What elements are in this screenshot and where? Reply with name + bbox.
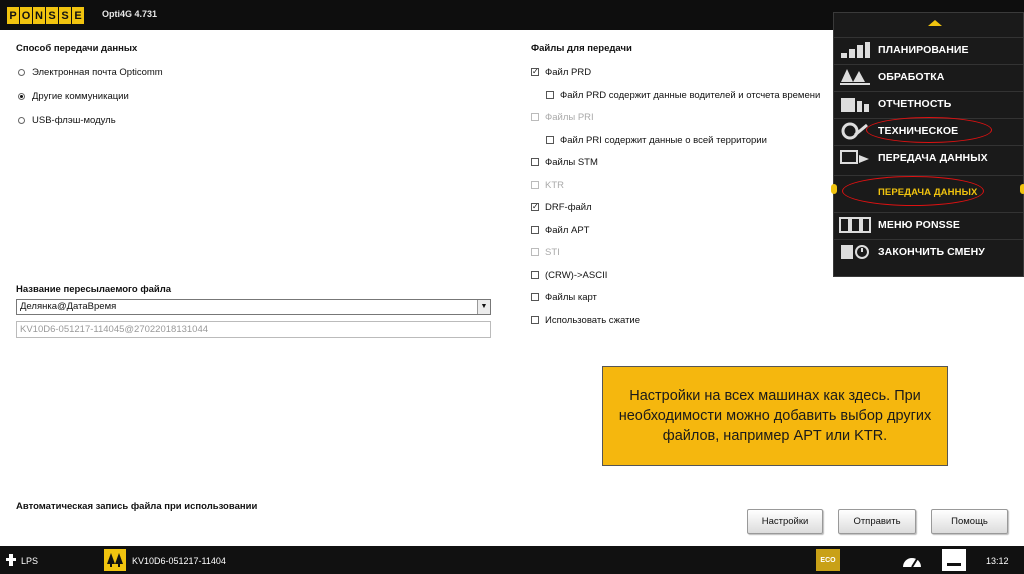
eco-indicator[interactable]: ECO <box>816 549 840 571</box>
checkbox-label: STI <box>545 246 560 258</box>
dropdown-value: Делянка@ДатаВремя <box>20 301 117 312</box>
menu-item-planning[interactable]: ПЛАНИРОВАНИЕ <box>834 37 1023 62</box>
checkbox-crw-ascii[interactable]: (CRW)->ASCII <box>531 268 607 282</box>
radio-label: Электронная почта Opticomm <box>32 66 163 78</box>
keyboard-icon[interactable] <box>942 549 966 571</box>
checkbox-label: (CRW)->ASCII <box>545 269 608 281</box>
checkbox-box[interactable] <box>531 158 539 166</box>
signal-bars-icon <box>838 40 872 60</box>
radio-other-comm[interactable]: Другие коммуникации <box>18 89 129 103</box>
menu-item-reports[interactable]: ОТЧЕТНОСТЬ <box>834 91 1023 116</box>
checkbox-box <box>531 248 539 256</box>
checkbox-label: Файлы PRI <box>545 111 594 123</box>
radio-usb[interactable]: USB-флэш-модуль <box>18 113 116 127</box>
transfer-method-heading: Способ передачи данных <box>16 43 138 54</box>
auto-save-heading: Автоматическая запись файла при использо… <box>16 501 258 512</box>
highlight-oval-data-transfer <box>842 176 984 206</box>
radio-indicator[interactable] <box>18 116 25 124</box>
checkbox-box[interactable] <box>531 226 539 234</box>
checkbox-box[interactable] <box>546 136 554 144</box>
chevron-down-icon[interactable]: ▼ <box>477 300 490 314</box>
clock: 13:12 <box>986 556 1009 566</box>
checkbox-label: Файлы STM <box>545 156 598 168</box>
send-button[interactable]: Отправить <box>838 509 916 534</box>
checkbox-box <box>531 181 539 189</box>
checkbox-prd-drivers[interactable]: Файл PRD содержит данные водителей и отс… <box>546 88 820 102</box>
satellite-icon <box>6 553 16 570</box>
gauge-icon[interactable] <box>900 549 924 571</box>
checkbox-stm[interactable]: Файлы STM <box>531 155 598 169</box>
menu-label: ОТЧЕТНОСТЬ <box>878 98 952 110</box>
main-menu-panel: ПЛАНИРОВАНИЕ ОБРАБОТКА ОТЧЕТНОСТЬ ТЕХНИЧ… <box>831 12 1024 277</box>
checkbox-drf[interactable]: ✓ DRF-файл <box>531 200 592 214</box>
checkbox-box <box>531 113 539 121</box>
menu-label: ОБРАБОТКА <box>878 71 945 83</box>
menu-item-end-shift[interactable]: ЗАКОНЧИТЬ СМЕНУ <box>834 239 1023 264</box>
menu-item-data-transfer[interactable]: ПЕРЕДАЧА ДАННЫХ <box>834 145 1023 170</box>
filename-preview-field: KV10D6-051217-114045@27022018131044 <box>16 321 491 338</box>
menu-right-marker <box>1020 184 1024 194</box>
logo-letter: E <box>72 7 84 24</box>
highlight-oval-technical <box>866 117 992 143</box>
filename-heading: Название пересылаемого файла <box>16 284 172 295</box>
checkbox-label: Файл APT <box>545 224 590 236</box>
menu-scroll-up[interactable] <box>834 13 1023 37</box>
checkbox-maps[interactable]: Файлы карт <box>531 290 597 304</box>
app-title: Opti4G 4.731 <box>102 9 158 19</box>
checkbox-label: KTR <box>545 179 564 191</box>
site-name: KV10D6-051217-11404 <box>132 556 226 566</box>
checkbox-label: Файлы карт <box>545 291 597 303</box>
report-icon <box>838 94 872 114</box>
filename-format-dropdown[interactable]: Делянка@ДатаВремя ▼ <box>16 299 491 315</box>
transfer-icon <box>838 148 872 168</box>
chevron-up-icon[interactable] <box>928 20 942 26</box>
ponsse-logo: P O N S S E <box>7 7 84 24</box>
checkbox-label: Файл PRD <box>545 66 592 78</box>
status-bar: LPS KV10D6-051217-11404 ECO 13:12 <box>0 546 1024 574</box>
checkbox-label: Файл PRI содержит данные о всей территор… <box>560 134 767 146</box>
forest-icon <box>104 549 126 571</box>
checkbox-box[interactable] <box>531 316 539 324</box>
menu-label: ПЛАНИРОВАНИЕ <box>878 44 969 56</box>
end-shift-icon <box>838 242 872 262</box>
settings-button[interactable]: Настройки <box>747 509 823 534</box>
menu-label: ЗАКОНЧИТЬ СМЕНУ <box>878 246 985 258</box>
logo-letter: S <box>46 7 58 24</box>
ponsse-logo-icon <box>838 215 872 235</box>
menu-item-processing[interactable]: ОБРАБОТКА <box>834 64 1023 89</box>
checkbox-box[interactable] <box>531 271 539 279</box>
menu-left-marker <box>831 184 837 194</box>
checkbox-label: DRF-файл <box>545 201 592 213</box>
files-heading: Файлы для передачи <box>531 43 632 54</box>
radio-label: Другие коммуникации <box>32 90 129 102</box>
annotation-note: Настройки на всех машинах как здесь. При… <box>602 366 948 466</box>
logo-letter: N <box>33 7 45 24</box>
checkbox-box[interactable]: ✓ <box>531 68 539 76</box>
checkbox-box[interactable] <box>531 293 539 301</box>
checkbox-label: Файл PRD содержит данные водителей и отс… <box>560 89 821 101</box>
logo-letter: P <box>7 7 19 24</box>
logo-letter: O <box>20 7 32 24</box>
checkbox-compression[interactable]: Использовать сжатие <box>531 313 640 327</box>
radio-indicator[interactable] <box>18 68 25 76</box>
menu-item-ponsse-menu[interactable]: МЕНЮ PONSSE <box>834 212 1023 237</box>
forest-icon <box>838 67 872 87</box>
checkbox-sti: STI <box>531 245 560 259</box>
checkbox-prd[interactable]: ✓ Файл PRD <box>531 65 591 79</box>
menu-label: ПЕРЕДАЧА ДАННЫХ <box>878 152 988 164</box>
checkbox-box[interactable] <box>546 91 554 99</box>
logo-letter: S <box>59 7 71 24</box>
checkbox-label: Использовать сжатие <box>545 314 641 326</box>
checkbox-box[interactable]: ✓ <box>531 203 539 211</box>
lps-label: LPS <box>21 556 39 566</box>
checkbox-apt[interactable]: Файл APT <box>531 223 589 237</box>
menu-label: МЕНЮ PONSSE <box>878 219 960 231</box>
radio-indicator[interactable] <box>18 92 25 100</box>
radio-email[interactable]: Электронная почта Opticomm <box>18 65 163 79</box>
checkbox-ktr: KTR <box>531 178 564 192</box>
help-button[interactable]: Помощь <box>931 509 1008 534</box>
checkbox-pri-territory[interactable]: Файл PRI содержит данные о всей территор… <box>546 133 767 147</box>
radio-label: USB-флэш-модуль <box>32 114 116 126</box>
checkbox-pri: Файлы PRI <box>531 110 594 124</box>
